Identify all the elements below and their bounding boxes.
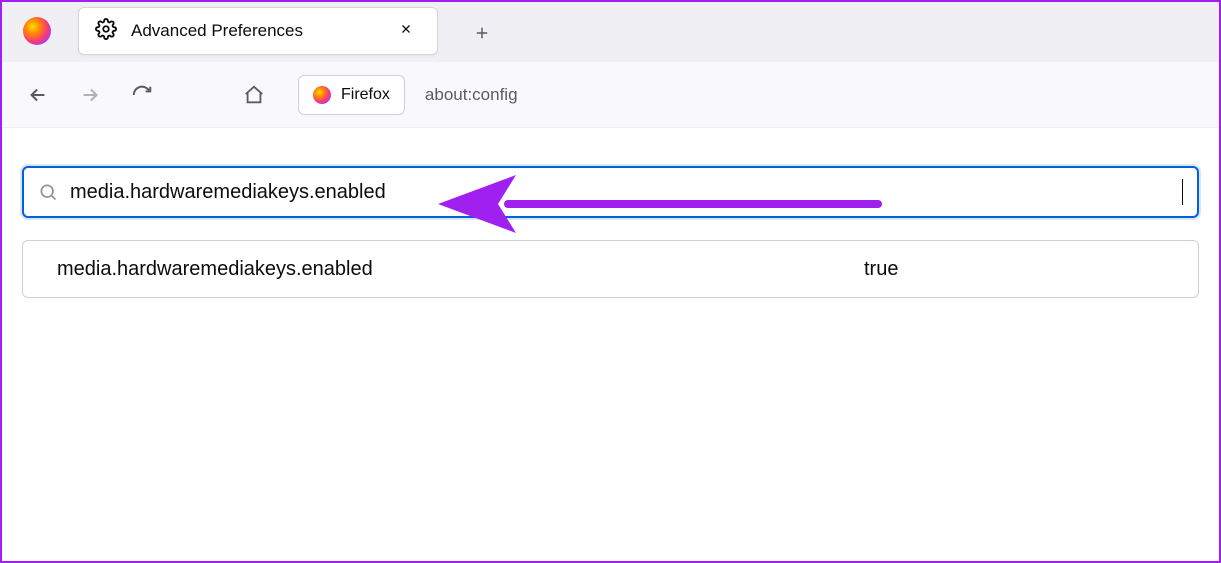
preference-value: true [864, 258, 1164, 281]
site-identity-box[interactable]: Firefox [298, 75, 405, 115]
tab-title: Advanced Preferences [131, 21, 393, 41]
home-button[interactable] [230, 71, 278, 119]
gear-icon [95, 18, 117, 45]
url-display[interactable]: about:config [415, 85, 528, 105]
preference-results: media.hardwaremediakeys.enabled true [22, 240, 1199, 298]
new-tab-button[interactable] [462, 13, 502, 53]
home-icon [243, 84, 265, 106]
reload-button[interactable] [118, 71, 166, 119]
search-icon [38, 182, 58, 202]
browser-tab[interactable]: Advanced Preferences [78, 7, 438, 55]
page-content: media.hardwaremediakeys.enabled true [4, 130, 1217, 559]
preference-search-box[interactable] [22, 166, 1199, 218]
arrow-left-icon [27, 84, 49, 106]
arrow-right-icon [79, 84, 101, 106]
firefox-logo-icon [313, 86, 331, 104]
reload-icon [131, 84, 153, 106]
tab-strip: Advanced Preferences [2, 2, 1219, 62]
close-icon [399, 22, 413, 36]
preference-row[interactable]: media.hardwaremediakeys.enabled true [23, 241, 1198, 297]
navigation-toolbar: Firefox about:config [2, 62, 1219, 128]
back-button[interactable] [14, 71, 62, 119]
identity-label: Firefox [341, 86, 390, 104]
plus-icon [473, 24, 491, 42]
preference-name: media.hardwaremediakeys.enabled [57, 258, 373, 281]
text-caret [1182, 179, 1183, 205]
firefox-app-icon[interactable] [2, 1, 72, 61]
tab-close-button[interactable] [393, 16, 419, 46]
firefox-logo-icon [23, 17, 51, 45]
forward-button[interactable] [66, 71, 114, 119]
preference-search-input[interactable] [70, 181, 1170, 204]
